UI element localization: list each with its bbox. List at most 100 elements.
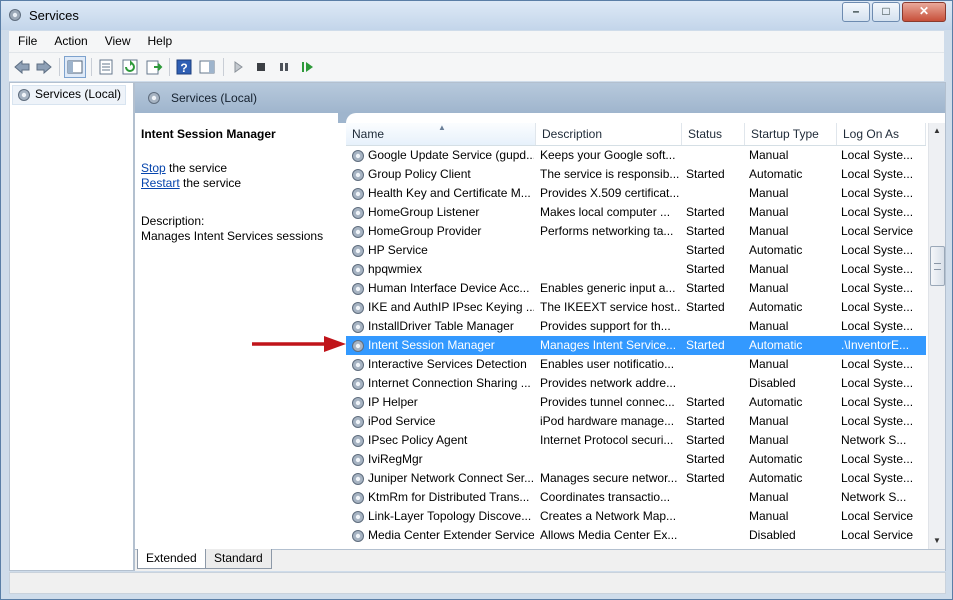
tab-standard[interactable]: Standard: [205, 549, 272, 569]
service-row[interactable]: IviRegMgr Started Automatic Local Syste...: [346, 450, 926, 469]
service-row[interactable]: IKE and AuthIP IPsec Keying ... The IKEEX…: [346, 298, 926, 317]
forward-arrow-icon[interactable]: [35, 58, 53, 76]
back-arrow-icon[interactable]: [13, 58, 31, 76]
service-name-cell: InstallDriver Table Manager: [368, 319, 514, 333]
service-row[interactable]: KtmRm for Distributed Trans... Coordinate…: [346, 488, 926, 507]
service-log-on-as-cell: Local Syste...: [841, 148, 914, 162]
service-row[interactable]: IP Helper Provides tunnel connec... Starte…: [346, 393, 926, 412]
service-row[interactable]: Media Center Extender Service Allows Medi…: [346, 526, 926, 545]
show-hide-action-pane-icon[interactable]: [198, 58, 216, 76]
menu-action[interactable]: Action: [45, 31, 95, 48]
service-name-cell: IKE and AuthIP IPsec Keying ...: [368, 300, 534, 314]
vertical-scrollbar[interactable]: ▲ ▼: [928, 123, 945, 549]
column-header-status[interactable]: Status: [682, 123, 745, 145]
service-gear-icon: [350, 243, 366, 259]
show-hide-console-tree-icon[interactable]: [64, 56, 86, 78]
service-startup-type-cell: Manual: [749, 357, 789, 371]
stop-service-link[interactable]: Stop: [141, 161, 166, 175]
service-row[interactable]: HomeGroup Provider Performs networking ta…: [346, 222, 926, 241]
service-row[interactable]: Intent Session Manager Manages Intent Ser…: [346, 336, 926, 355]
service-row[interactable]: HomeGroup Listener Makes local computer .…: [346, 203, 926, 222]
service-row[interactable]: Internet Connection Sharing ... Provides …: [346, 374, 926, 393]
service-row[interactable]: Human Interface Device Acc... Enables gen…: [346, 279, 926, 298]
service-log-on-as-cell: Network S...: [841, 490, 907, 504]
service-row[interactable]: Health Key and Certificate M... Provides …: [346, 184, 926, 203]
service-log-on-as-cell: Local Syste...: [841, 262, 914, 276]
svg-text:?: ?: [180, 61, 187, 75]
service-gear-icon: [350, 224, 366, 240]
stop-suffix: the service: [165, 161, 228, 175]
sort-ascending-icon: ▲: [438, 123, 446, 132]
service-log-on-as-cell: Local Service: [841, 509, 914, 523]
service-row[interactable]: hpqwmiex Started Manual Local Syste...: [346, 260, 926, 279]
service-description-cell: Performs networking ta...: [540, 224, 674, 238]
service-row[interactable]: Group Policy Client The service is respon…: [346, 165, 926, 184]
stop-line: Stop the service: [141, 161, 341, 176]
service-details-panel: Intent Session Manager Stop the service …: [141, 127, 341, 244]
service-row[interactable]: InstallDriver Table Manager Provides supp…: [346, 317, 926, 336]
pause-service-icon[interactable]: [275, 58, 293, 76]
restart-suffix: the service: [179, 176, 242, 190]
services-pane: Services (Local) Intent Session Manager …: [134, 82, 946, 571]
title-bar[interactable]: Services – □ ✕: [1, 1, 952, 30]
menu-view[interactable]: View: [96, 31, 139, 48]
scroll-down-arrow-icon[interactable]: ▼: [929, 533, 945, 549]
window-title: Services: [29, 8, 79, 23]
service-gear-icon: [350, 186, 366, 202]
help-icon[interactable]: ?: [175, 58, 193, 76]
service-gear-icon: [350, 167, 366, 183]
service-startup-type-cell: Automatic: [749, 300, 803, 314]
services-window: Services – □ ✕ File Action View Help ? Serv…: [0, 0, 953, 600]
service-description-cell: iPod hardware manage...: [540, 414, 675, 428]
service-log-on-as-cell: Local Syste...: [841, 357, 914, 371]
service-status-cell: Started: [686, 471, 725, 485]
service-row[interactable]: HP Service Started Automatic Local Syste...: [346, 241, 926, 260]
service-status-cell: Started: [686, 167, 725, 181]
service-row[interactable]: IPsec Policy Agent Internet Protocol secu…: [346, 431, 926, 450]
service-startup-type-cell: Manual: [749, 414, 789, 428]
menu-help[interactable]: Help: [139, 31, 181, 48]
tree-item-services-local[interactable]: Services (Local): [12, 85, 127, 105]
service-status-cell: Started: [686, 414, 725, 428]
stop-service-icon[interactable]: [252, 58, 270, 76]
service-gear-icon: [350, 262, 366, 278]
tab-extended[interactable]: Extended: [137, 549, 206, 569]
service-name-cell: Link-Layer Topology Discove...: [368, 509, 532, 523]
scroll-thumb[interactable]: [930, 246, 945, 286]
service-description-cell: Coordinates transactio...: [540, 490, 671, 504]
scroll-up-arrow-icon[interactable]: ▲: [929, 123, 945, 139]
service-log-on-as-cell: Local Syste...: [841, 186, 914, 200]
service-row[interactable]: Juniper Network Connect Ser... Manages se…: [346, 469, 926, 488]
refresh-icon[interactable]: [121, 58, 139, 76]
export-list-icon[interactable]: [145, 58, 163, 76]
properties-icon[interactable]: [97, 58, 115, 76]
maximize-button[interactable]: □: [872, 2, 900, 22]
service-description-cell: The IKEEXT service host...: [540, 300, 680, 314]
service-log-on-as-cell: Local Syste...: [841, 376, 914, 390]
minimize-button[interactable]: –: [842, 2, 870, 22]
service-startup-type-cell: Disabled: [749, 376, 796, 390]
service-log-on-as-cell: Local Service: [841, 528, 914, 542]
close-button[interactable]: ✕: [902, 2, 946, 22]
service-row[interactable]: Interactive Services Detection Enables us…: [346, 355, 926, 374]
pane-header: Services (Local): [135, 83, 945, 113]
column-header-name[interactable]: ▲ Name: [346, 123, 536, 145]
column-header-description[interactable]: Description: [536, 123, 682, 145]
service-gear-icon: [350, 376, 366, 392]
service-startup-type-cell: Manual: [749, 319, 789, 333]
service-gear-icon: [350, 357, 366, 373]
restart-line: Restart the service: [141, 176, 341, 191]
service-status-cell: Started: [686, 243, 725, 257]
menu-file[interactable]: File: [9, 31, 45, 48]
column-header-startup-type[interactable]: Startup Type: [745, 123, 837, 145]
service-log-on-as-cell: Local Service: [841, 224, 914, 238]
restart-service-link[interactable]: Restart: [141, 176, 180, 190]
service-gear-icon: [350, 395, 366, 411]
service-row[interactable]: Google Update Service (gupd... Keeps your…: [346, 146, 926, 165]
service-gear-icon: [350, 490, 366, 506]
start-service-icon[interactable]: [229, 58, 247, 76]
restart-service-icon[interactable]: [298, 58, 316, 76]
service-row[interactable]: Link-Layer Topology Discove... Creates a …: [346, 507, 926, 526]
service-row[interactable]: iPod Service iPod hardware manage... Start…: [346, 412, 926, 431]
column-header-log-on-as[interactable]: Log On As: [837, 123, 926, 145]
